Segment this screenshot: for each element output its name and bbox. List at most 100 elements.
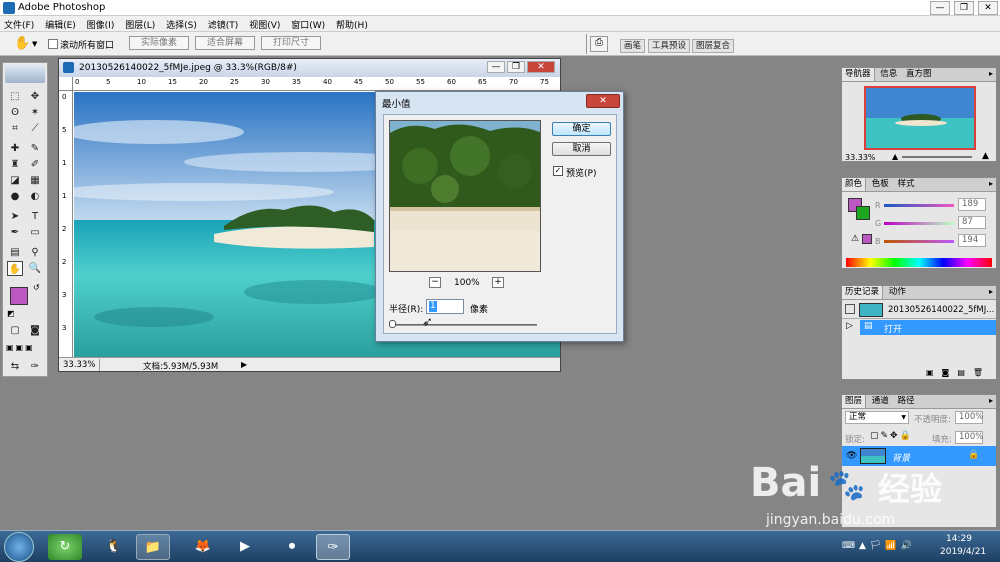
file-browser-icon[interactable]: ⎙ xyxy=(590,36,608,52)
slice-tool-icon[interactable]: ⟋ xyxy=(27,121,43,136)
menu-window[interactable]: 窗口(W) xyxy=(287,16,329,33)
clone-stamp-tool-icon[interactable]: ♜ xyxy=(7,157,23,172)
taskbar-media-icon[interactable]: ▶ xyxy=(228,534,262,560)
print-size-button[interactable]: 打印尺寸 xyxy=(261,36,321,50)
brush-tool-icon[interactable]: ✎ xyxy=(27,141,43,156)
type-tool-icon[interactable]: T xyxy=(27,209,43,224)
scroll-all-windows-checkbox[interactable] xyxy=(48,39,58,49)
eyedropper-tool-icon[interactable]: ⚲ xyxy=(27,245,43,260)
tab-histogram[interactable]: 直方图 xyxy=(903,68,935,81)
tab-styles[interactable]: 样式 xyxy=(894,178,917,191)
move-tool-icon[interactable]: ✥ xyxy=(27,89,43,104)
lock-icons[interactable]: ▢✎✥🔒 xyxy=(870,431,913,441)
tab-paths[interactable]: 路径 xyxy=(894,395,917,408)
pen-tool-icon[interactable]: ✒ xyxy=(7,225,23,240)
path-selection-tool-icon[interactable]: ➤ xyxy=(7,209,23,224)
taskbar-firefox-icon[interactable]: 🦊 xyxy=(186,534,220,560)
jump-to-imageready-icon[interactable]: ⇆ xyxy=(7,359,23,374)
filter-preview[interactable] xyxy=(389,120,541,272)
restore-button[interactable]: ❐ xyxy=(954,1,974,15)
adobe-online-feather-icon[interactable] xyxy=(5,65,45,83)
actual-pixels-button[interactable]: 实际像素 xyxy=(129,36,189,50)
gamut-swatch[interactable] xyxy=(862,234,872,244)
ok-button[interactable]: 确定 xyxy=(552,122,611,136)
hand-tool-icon[interactable]: ✋ xyxy=(14,36,30,51)
tab-channels[interactable]: 通道 xyxy=(869,395,892,408)
zoom-out-button[interactable]: − xyxy=(429,277,441,288)
doc-close-button[interactable]: ✕ xyxy=(527,61,555,73)
menu-filter[interactable]: 滤镜(T) xyxy=(204,16,243,33)
taskbar-photoshop-icon[interactable]: ✑ xyxy=(316,534,350,560)
menu-help[interactable]: 帮助(H) xyxy=(332,16,372,33)
lasso-tool-icon[interactable]: ʘ xyxy=(7,105,23,120)
healing-brush-tool-icon[interactable]: ✚ xyxy=(7,141,23,156)
channel-g-value[interactable]: 87 xyxy=(958,216,986,229)
zoom-tool-icon[interactable]: 🔍 xyxy=(27,261,43,276)
dialog-close-button[interactable]: ✕ xyxy=(586,94,620,108)
history-item-open[interactable]: ▤ 打开 xyxy=(860,320,996,335)
navigator-menu-icon[interactable]: ▸ xyxy=(989,69,993,78)
blur-tool-icon[interactable]: ● xyxy=(7,189,23,204)
horizontal-ruler[interactable]: 0 5 10 15 20 25 30 35 40 45 50 55 60 65 70 75 xyxy=(73,77,560,91)
doc-restore-button[interactable]: ❐ xyxy=(507,61,525,73)
well-tab-brushes[interactable]: 画笔 xyxy=(620,39,646,53)
eraser-tool-icon[interactable]: ◪ xyxy=(7,173,23,188)
snapshot-source-icon[interactable] xyxy=(845,304,855,314)
tool-preset-dropdown-icon[interactable]: ▼ xyxy=(32,40,37,48)
shape-tool-icon[interactable]: ▭ xyxy=(27,225,43,240)
clock-date[interactable]: 2019/4/21 xyxy=(940,547,986,557)
radius-slider-track[interactable] xyxy=(389,324,537,326)
zoom-in-button[interactable]: + xyxy=(492,277,504,288)
color-panel-bg-swatch[interactable] xyxy=(856,206,870,220)
menu-edit[interactable]: 编辑(E) xyxy=(41,16,80,33)
taskbar-explorer-icon[interactable]: 📁 xyxy=(136,534,170,560)
navigator-thumbnail[interactable] xyxy=(864,86,976,150)
screen-mode-icons[interactable]: ▣▣▣ xyxy=(6,343,46,355)
tab-history[interactable]: 历史记录 xyxy=(842,286,884,299)
preview-checkbox[interactable]: ✓ xyxy=(553,166,563,176)
menu-image[interactable]: 图像(I) xyxy=(83,16,119,33)
opacity-input[interactable]: 100% xyxy=(955,411,983,424)
navigator-zoom[interactable]: 33.33% xyxy=(845,153,876,162)
menu-view[interactable]: 视图(V) xyxy=(245,16,284,33)
color-ramp[interactable] xyxy=(846,258,992,267)
history-menu-icon[interactable]: ▸ xyxy=(989,287,993,296)
quick-mask-mode-icon[interactable]: ◙ xyxy=(27,323,43,338)
standard-mode-icon[interactable]: ▢ xyxy=(7,323,23,338)
system-tray-icons[interactable]: ⌨▲🏳📶🔊 xyxy=(842,541,916,551)
color-menu-icon[interactable]: ▸ xyxy=(989,179,993,188)
start-button[interactable] xyxy=(4,532,34,562)
vertical-ruler[interactable]: 0 5 1 1 2 2 3 3 xyxy=(59,91,73,357)
zoom-level[interactable]: 33.33% xyxy=(63,360,95,370)
taskbar-qq-icon[interactable]: 🐧 xyxy=(97,534,131,560)
document-title-bar[interactable]: 20130526140022_5fMJe.jpeg @ 33.3%(RGB/8#… xyxy=(59,59,560,77)
marquee-tool-icon[interactable]: ⬚ xyxy=(7,89,23,104)
status-menu-arrow-icon[interactable]: ▶ xyxy=(241,360,247,369)
navigator-zoom-in-icon[interactable]: ▲ xyxy=(982,151,989,161)
well-tab-tool-presets[interactable]: 工具预设 xyxy=(648,39,691,53)
channel-b-value[interactable]: 194 xyxy=(958,234,986,247)
dodge-tool-icon[interactable]: ◐ xyxy=(27,189,43,204)
channel-r-value[interactable]: 189 xyxy=(958,198,986,211)
taskbar-recorder-icon[interactable]: ⏺ xyxy=(275,534,309,560)
well-tab-layer-comps[interactable]: 图层复合 xyxy=(692,39,735,53)
channel-r-slider[interactable] xyxy=(884,204,954,207)
doc-minimize-button[interactable]: — xyxy=(487,61,505,73)
tab-navigator[interactable]: 导航器 xyxy=(842,68,875,81)
channel-b-slider[interactable] xyxy=(884,240,954,243)
radius-slider-thumb[interactable] xyxy=(389,320,396,328)
close-button[interactable]: ✕ xyxy=(978,1,998,15)
tab-color[interactable]: 颜色 xyxy=(842,178,867,191)
magic-wand-tool-icon[interactable]: ✶ xyxy=(27,105,43,120)
menu-layer[interactable]: 图层(L) xyxy=(121,16,159,33)
minimize-button[interactable]: — xyxy=(930,1,950,15)
history-snapshot-row[interactable]: 20130526140022_5fMJ... xyxy=(842,301,996,319)
history-footer-icons[interactable]: ▣◙▤🗑 xyxy=(926,368,991,377)
gradient-tool-icon[interactable]: ▦ xyxy=(27,173,43,188)
navigator-zoom-out-icon[interactable]: ▲ xyxy=(892,152,898,161)
notes-tool-icon[interactable]: ▤ xyxy=(7,245,23,260)
channel-g-slider[interactable] xyxy=(884,222,954,225)
navigator-zoom-slider[interactable] xyxy=(902,156,972,158)
fit-screen-button[interactable]: 适合屏幕 xyxy=(195,36,255,50)
radius-input[interactable]: 1 xyxy=(426,299,464,314)
